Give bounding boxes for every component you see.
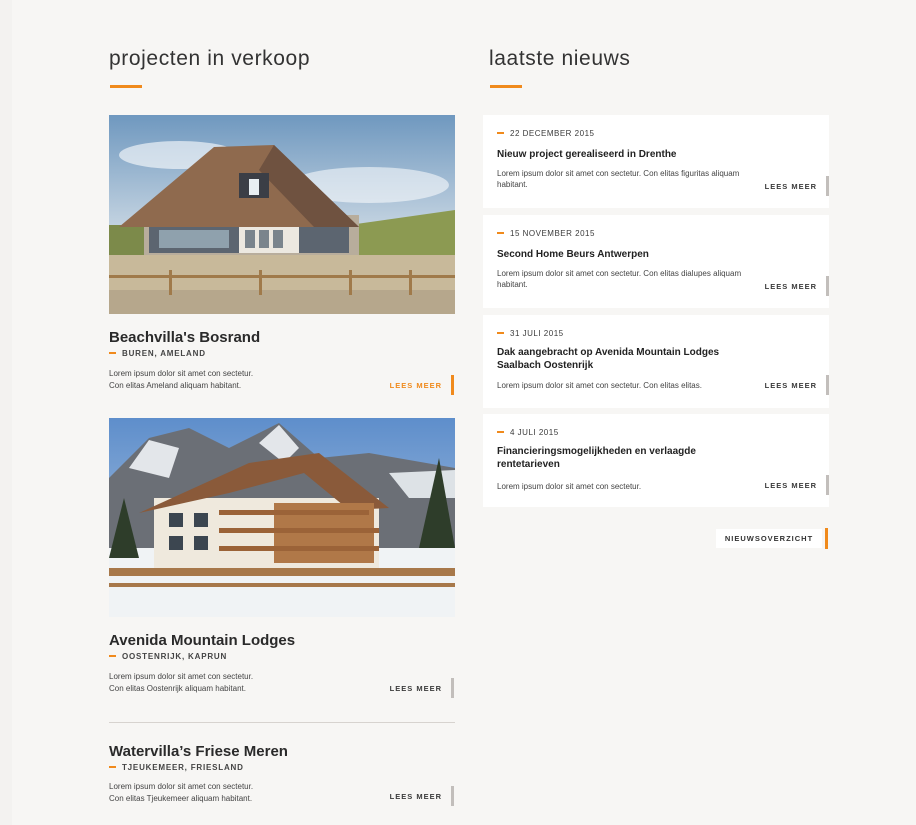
lees-meer-bar [826, 276, 829, 296]
news-text: Lorem ipsum dolor sit amet con sectetur.… [497, 269, 742, 289]
lees-meer-bar [826, 375, 829, 395]
orange-dash-icon [497, 331, 504, 334]
project-location: OOSTENRIJK, KAPRUN [109, 652, 227, 661]
news-text: Lorem ipsum dolor sit amet con sectetur.… [497, 169, 740, 189]
project-name[interactable]: Beachvilla's Bosrand [109, 329, 260, 346]
project-photo-beachvilla[interactable] [109, 115, 455, 314]
news-card[interactable]: 22 DECEMBER 2015 Nieuw project gerealise… [483, 115, 829, 208]
project-name[interactable]: Watervilla’s Friese Meren [109, 743, 288, 760]
section-title-news: laatste nieuws [489, 47, 631, 70]
orange-dash-icon [109, 765, 116, 768]
orange-dash-icon [497, 131, 504, 134]
project-description: Lorem ipsum dolor sit amet con sectetur.… [109, 369, 254, 390]
project-location: TJEUKEMEER, FRIESLAND [109, 763, 244, 772]
news-date: 4 JULI 2015 [497, 428, 559, 437]
lees-meer-bar [826, 176, 829, 196]
divider [109, 722, 455, 723]
page: projecten in verkoop Beachvilla's Bosran… [12, 0, 916, 825]
project-location: BUREN, AMELAND [109, 349, 206, 358]
orange-dash-icon [497, 430, 504, 433]
nieuwsoverzicht-button[interactable]: NIEUWSOVERZICHT [716, 529, 822, 548]
news-title[interactable]: Financieringsmogelijkheden en verlaagde … [497, 445, 757, 471]
orange-dash-icon [109, 654, 116, 657]
lees-meer-link[interactable]: LEES MEER [352, 792, 442, 801]
lees-meer-link[interactable]: LEES MEER [352, 381, 442, 390]
news-text: Lorem ipsum dolor sit amet con sectetur.… [497, 381, 702, 390]
lees-meer-link[interactable]: LEES MEER [737, 282, 817, 291]
project-description: Lorem ipsum dolor sit amet con sectetur.… [109, 782, 254, 803]
news-date: 31 JULI 2015 [497, 329, 564, 338]
lees-meer-bar [451, 375, 454, 395]
news-date: 22 DECEMBER 2015 [497, 129, 594, 138]
project-card: Avenida Mountain Lodges OOSTENRIJK, KAPR… [109, 418, 455, 698]
news-card[interactable]: 15 NOVEMBER 2015 Second Home Beurs Antwe… [483, 215, 829, 308]
project-name[interactable]: Avenida Mountain Lodges [109, 632, 295, 649]
lees-meer-link[interactable]: LEES MEER [737, 381, 817, 390]
title-accent-bar [110, 85, 142, 88]
lees-meer-bar [826, 475, 829, 495]
section-title-projects: projecten in verkoop [109, 47, 311, 70]
news-date: 15 NOVEMBER 2015 [497, 229, 595, 238]
lees-meer-link[interactable]: LEES MEER [737, 481, 817, 490]
title-accent-bar [490, 85, 522, 88]
nieuwsoverzicht-bar [825, 528, 828, 549]
news-title[interactable]: Second Home Beurs Antwerpen [497, 248, 757, 261]
news-title[interactable]: Nieuw project gerealiseerd in Drenthe [497, 148, 757, 161]
project-description: Lorem ipsum dolor sit amet con sectetur.… [109, 672, 254, 693]
news-text: Lorem ipsum dolor sit amet con sectetur. [497, 482, 642, 491]
news-title[interactable]: Dak aangebracht op Avenida Mountain Lodg… [497, 346, 757, 372]
lees-meer-bar [451, 678, 454, 698]
orange-dash-icon [109, 351, 116, 354]
lees-meer-link[interactable]: LEES MEER [352, 684, 442, 693]
project-card: Beachvilla's Bosrand BUREN, AMELAND Lore… [109, 115, 455, 395]
lees-meer-bar [451, 786, 454, 806]
project-photo-avenida[interactable] [109, 418, 455, 617]
news-card[interactable]: 4 JULI 2015 Financieringsmogelijkheden e… [483, 414, 829, 507]
orange-dash-icon [497, 231, 504, 234]
news-card[interactable]: 31 JULI 2015 Dak aangebracht op Avenida … [483, 315, 829, 408]
lees-meer-link[interactable]: LEES MEER [737, 182, 817, 191]
